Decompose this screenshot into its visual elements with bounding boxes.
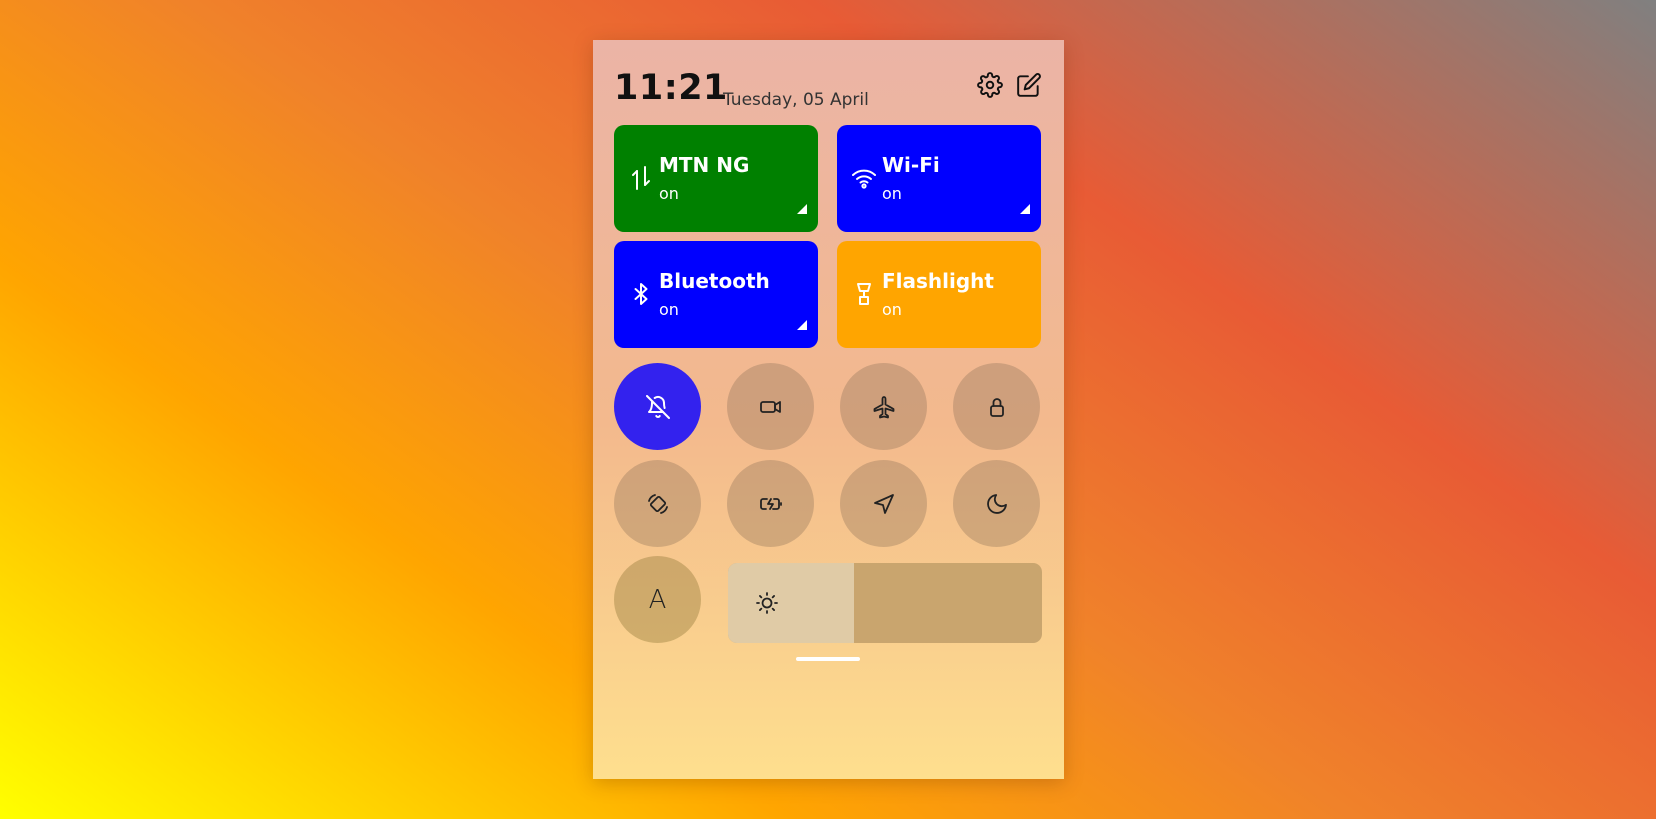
tile-status: on — [659, 184, 679, 203]
font-button-label: A — [648, 584, 667, 615]
mobile-data-tile[interactable]: MTN NG on — [614, 125, 818, 232]
clock-time: 11:21 — [614, 68, 728, 108]
brightness-fill — [728, 563, 854, 643]
bluetooth-tile[interactable]: Bluetooth on — [614, 241, 818, 348]
tile-label: Flashlight — [882, 269, 994, 293]
video-camera-icon — [759, 400, 781, 413]
bell-off-icon — [645, 394, 670, 419]
bluetooth-icon — [629, 281, 653, 307]
tile-status: on — [882, 300, 902, 319]
battery-saver-toggle[interactable] — [727, 460, 814, 547]
tile-status: on — [882, 184, 902, 203]
auto-rotate-toggle[interactable] — [614, 460, 701, 547]
dark-mode-toggle[interactable] — [953, 460, 1040, 547]
home-indicator[interactable] — [796, 657, 860, 661]
airplane-icon — [873, 395, 894, 418]
silent-mode-toggle[interactable] — [614, 363, 701, 450]
tile-label: Bluetooth — [659, 269, 770, 293]
expand-corner-icon[interactable] — [797, 204, 807, 214]
brightness-slider[interactable] — [728, 563, 1042, 643]
expand-corner-icon[interactable] — [1020, 204, 1030, 214]
sun-icon — [756, 592, 778, 614]
clock-date: Tuesday, 05 April — [723, 90, 869, 110]
lock-screen-toggle[interactable] — [953, 363, 1040, 450]
location-icon — [873, 493, 894, 514]
font-size-button[interactable]: A — [614, 556, 701, 643]
edit-icon[interactable] — [1016, 72, 1042, 98]
gear-icon[interactable] — [977, 72, 1003, 98]
flashlight-icon — [852, 281, 876, 307]
lock-icon — [989, 397, 1004, 417]
moon-icon — [986, 493, 1007, 514]
mobile-data-icon — [629, 165, 653, 191]
auto-rotate-icon — [647, 493, 668, 514]
airplane-mode-toggle[interactable] — [840, 363, 927, 450]
tile-label: Wi-Fi — [882, 153, 940, 177]
flashlight-tile[interactable]: Flashlight on — [837, 241, 1041, 348]
expand-corner-icon[interactable] — [797, 320, 807, 330]
control-center-panel: 11:21 Tuesday, 05 April MTN NG on Wi-Fi … — [593, 40, 1064, 779]
screen-record-toggle[interactable] — [727, 363, 814, 450]
tile-label: MTN NG — [659, 153, 750, 177]
wifi-icon — [852, 165, 876, 191]
wifi-tile[interactable]: Wi-Fi on — [837, 125, 1041, 232]
tile-status: on — [659, 300, 679, 319]
location-toggle[interactable] — [840, 460, 927, 547]
battery-saver-icon — [759, 497, 782, 510]
